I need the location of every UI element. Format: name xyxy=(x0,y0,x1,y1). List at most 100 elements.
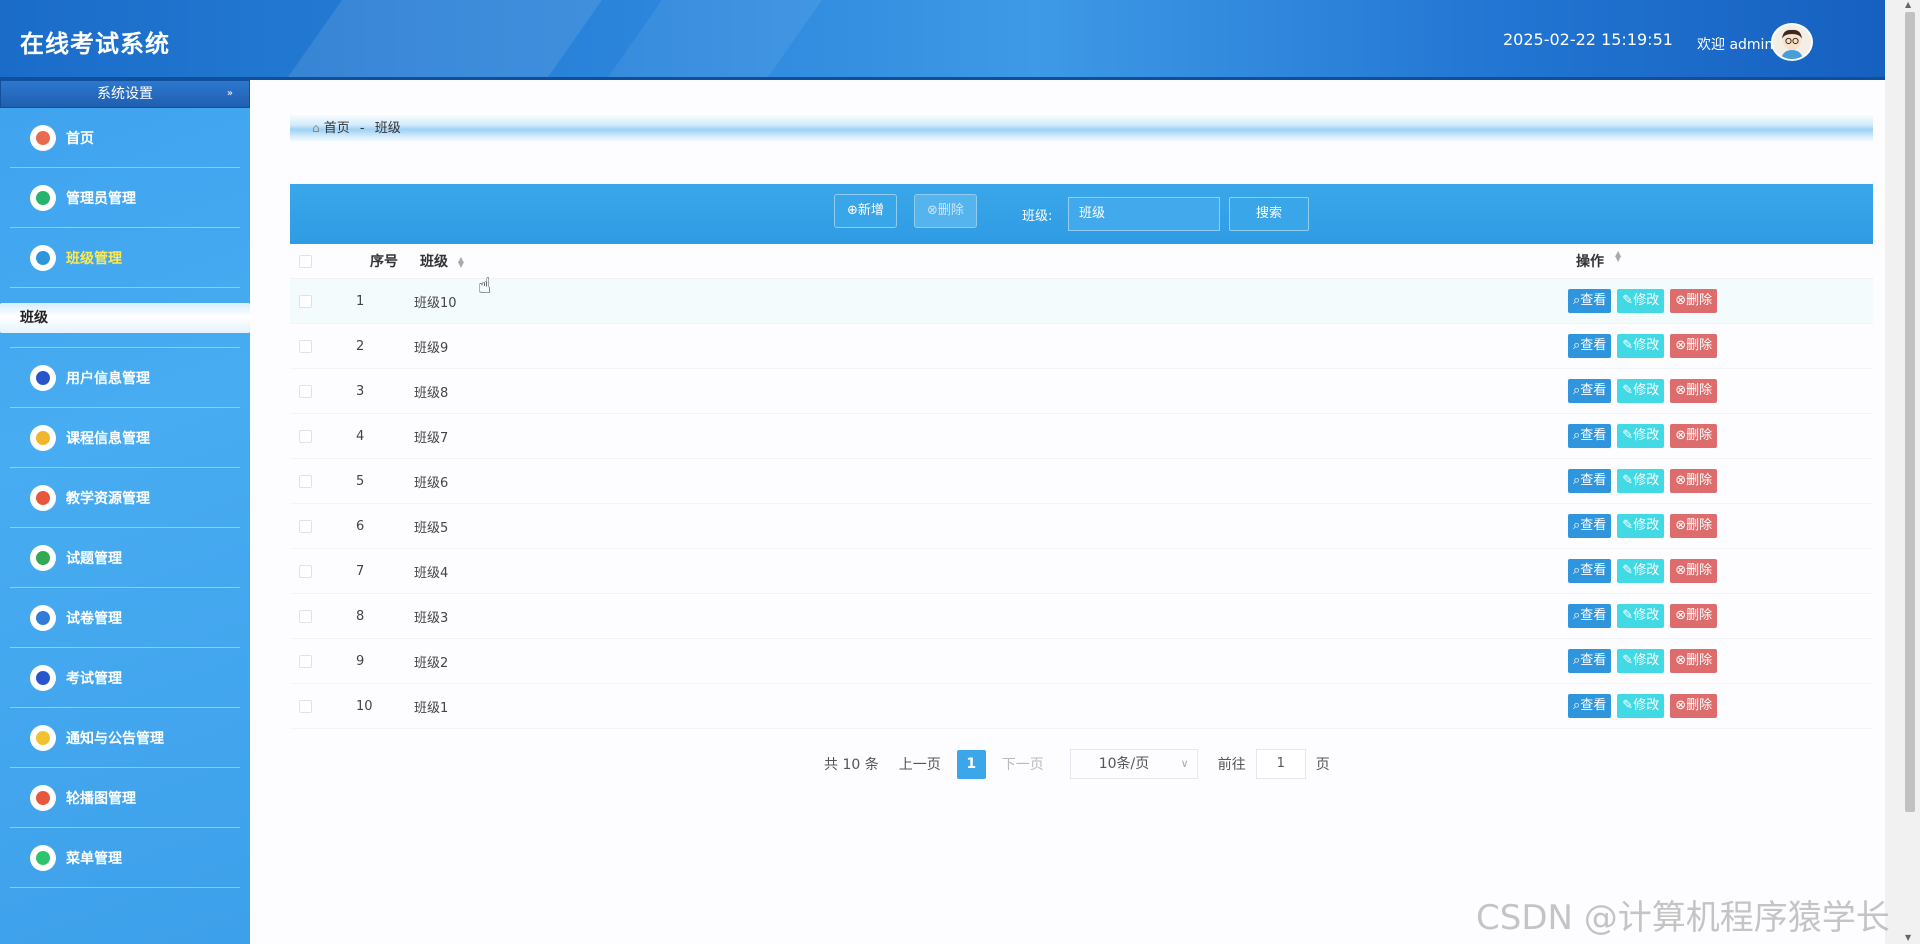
edit-button[interactable]: ✎修改 xyxy=(1617,514,1665,538)
table-row[interactable]: 8 班级3 ⌕查看 ✎修改 ⊗删除 xyxy=(290,594,1873,639)
add-button[interactable]: ⊕新增 xyxy=(834,194,897,228)
table-row[interactable]: 5 班级6 ⌕查看 ✎修改 ⊗删除 xyxy=(290,459,1873,504)
goto-page-input[interactable]: 1 xyxy=(1255,749,1306,779)
home-icon[interactable]: ⌂ xyxy=(312,121,320,135)
edit-button[interactable]: ✎修改 xyxy=(1617,469,1665,493)
column-header-ops[interactable]: 操作 ▲ ▼ xyxy=(1568,250,1873,271)
edit-icon: ✎ xyxy=(1622,563,1634,578)
row-class-name: 班级8 xyxy=(414,385,449,401)
sidebar-item-3[interactable]: 用户信息管理 xyxy=(10,348,240,408)
row-checkbox[interactable] xyxy=(299,564,312,578)
delete-button-label: 删除 xyxy=(1686,698,1713,713)
breadcrumb-home[interactable]: 首页 xyxy=(324,121,350,136)
edit-button[interactable]: ✎修改 xyxy=(1617,559,1665,583)
delete-button[interactable]: ⊗删除 xyxy=(1670,334,1718,358)
edit-icon: ✎ xyxy=(1622,428,1634,443)
delete-button[interactable]: ⊗删除 xyxy=(1670,604,1718,628)
view-button[interactable]: ⌕查看 xyxy=(1568,469,1612,493)
delete-button-label: 删除 xyxy=(1686,563,1713,578)
edit-button[interactable]: ✎修改 xyxy=(1617,694,1665,718)
edit-button[interactable]: ✎修改 xyxy=(1617,289,1665,313)
delete-button[interactable]: ⊗删除 xyxy=(1670,649,1718,673)
compass-icon xyxy=(30,244,56,271)
row-checkbox[interactable] xyxy=(299,474,312,488)
scroll-up-arrow-icon[interactable]: ▲ xyxy=(1905,0,1911,9)
sort-icon[interactable]: ▲ ▼ xyxy=(458,256,464,269)
sidebar-item-9[interactable]: 通知与公告管理 xyxy=(10,708,240,768)
view-button[interactable]: ⌕查看 xyxy=(1568,379,1612,403)
row-checkbox[interactable] xyxy=(299,519,312,533)
table-row[interactable]: 1 班级10 ⌕查看 ✎修改 ⊗删除 xyxy=(290,279,1873,324)
batch-delete-button[interactable]: ⊗删除 xyxy=(914,194,977,228)
sidebar-item-10[interactable]: 轮播图管理 xyxy=(10,768,240,828)
edit-button[interactable]: ✎修改 xyxy=(1617,424,1665,448)
edit-icon: ✎ xyxy=(1622,338,1634,353)
prev-page-button[interactable]: 上一页 xyxy=(899,754,941,774)
edit-button[interactable]: ✎修改 xyxy=(1617,379,1665,403)
row-checkbox[interactable] xyxy=(299,699,312,713)
row-class-name: 班级4 xyxy=(414,565,449,581)
view-button[interactable]: ⌕查看 xyxy=(1568,334,1612,358)
sidebar-item-6[interactable]: 试题管理 xyxy=(10,528,240,588)
edit-icon: ✎ xyxy=(1622,518,1634,533)
class-filter-input[interactable]: 班级 xyxy=(1068,197,1220,231)
next-page-button[interactable]: 下一页 xyxy=(1002,754,1044,774)
table-row[interactable]: 3 班级8 ⌕查看 ✎修改 ⊗删除 xyxy=(290,369,1873,414)
edit-button[interactable]: ✎修改 xyxy=(1617,649,1665,673)
sidebar-item-1[interactable]: 管理员管理 xyxy=(10,168,240,228)
scrollbar-thumb[interactable] xyxy=(1905,12,1915,812)
edit-button[interactable]: ✎修改 xyxy=(1617,334,1665,358)
edit-button[interactable]: ✎修改 xyxy=(1617,604,1665,628)
row-checkbox[interactable] xyxy=(299,609,312,623)
sidebar-item-label: 通知与公告管理 xyxy=(66,730,164,747)
delete-button[interactable]: ⊗删除 xyxy=(1670,559,1718,583)
view-button[interactable]: ⌕查看 xyxy=(1568,289,1612,313)
view-button[interactable]: ⌕查看 xyxy=(1568,649,1612,673)
delete-button[interactable]: ⊗删除 xyxy=(1670,469,1718,493)
delete-button[interactable]: ⊗删除 xyxy=(1670,694,1718,718)
view-button[interactable]: ⌕查看 xyxy=(1568,514,1612,538)
table-row[interactable]: 4 班级7 ⌕查看 ✎修改 ⊗删除 xyxy=(290,414,1873,459)
delete-button[interactable]: ⊗删除 xyxy=(1670,379,1718,403)
column-header-class[interactable]: 班级 ▲ ▼ xyxy=(410,251,1568,271)
sidebar-section-header[interactable]: 系统设置 » xyxy=(0,80,250,108)
sidebar-item-0[interactable]: 首页 xyxy=(10,108,240,168)
view-button[interactable]: ⌕查看 xyxy=(1568,559,1612,583)
table-row[interactable]: 7 班级4 ⌕查看 ✎修改 ⊗删除 xyxy=(290,549,1873,594)
sidebar-item-label: 菜单管理 xyxy=(66,850,122,867)
scroll-down-arrow-icon[interactable]: ▼ xyxy=(1905,933,1911,942)
page-size-select[interactable]: 10条/页 ∨ xyxy=(1069,749,1198,779)
select-all-checkbox[interactable] xyxy=(299,254,312,268)
view-button[interactable]: ⌕查看 xyxy=(1568,694,1612,718)
row-checkbox[interactable] xyxy=(299,654,312,668)
sidebar-subitem-class[interactable]: 班级 xyxy=(0,302,250,333)
page-number-current[interactable]: 1 xyxy=(956,749,986,779)
search-button[interactable]: 搜索 xyxy=(1229,197,1309,231)
avatar[interactable] xyxy=(1771,23,1813,61)
row-checkbox[interactable] xyxy=(299,339,312,353)
delete-button[interactable]: ⊗删除 xyxy=(1670,424,1718,448)
view-button[interactable]: ⌕查看 xyxy=(1568,424,1612,448)
user-icon xyxy=(30,364,56,391)
delete-button[interactable]: ⊗删除 xyxy=(1670,289,1718,313)
column-header-ops-label: 操作 xyxy=(1576,254,1604,270)
sidebar-item-5[interactable]: 教学资源管理 xyxy=(10,468,240,528)
sidebar-item-4[interactable]: 课程信息管理 xyxy=(10,408,240,468)
table-row[interactable]: 6 班级5 ⌕查看 ✎修改 ⊗删除 xyxy=(290,504,1873,549)
sidebar-item-7[interactable]: 试卷管理 xyxy=(10,588,240,648)
table-row[interactable]: 10 班级1 ⌕查看 ✎修改 ⊗删除 xyxy=(290,684,1873,729)
sort-icon[interactable]: ▲ ▼ xyxy=(1615,250,1621,271)
sidebar-item-2[interactable]: 班级管理 xyxy=(10,228,240,288)
double-chevron-down-icon[interactable]: » xyxy=(227,81,233,107)
sidebar-item-8[interactable]: 考试管理 xyxy=(10,648,240,708)
delete-button[interactable]: ⊗删除 xyxy=(1670,514,1718,538)
x-circle-icon: ⊗ xyxy=(1675,338,1687,353)
view-button[interactable]: ⌕查看 xyxy=(1568,604,1612,628)
row-checkbox[interactable] xyxy=(299,384,312,398)
table-row[interactable]: 2 班级9 ⌕查看 ✎修改 ⊗删除 xyxy=(290,324,1873,369)
row-checkbox[interactable] xyxy=(299,294,312,308)
sidebar-item-11[interactable]: 菜单管理 xyxy=(10,828,240,888)
edit-button-label: 修改 xyxy=(1633,608,1660,623)
table-row[interactable]: 9 班级2 ⌕查看 ✎修改 ⊗删除 xyxy=(290,639,1873,684)
row-checkbox[interactable] xyxy=(299,429,312,443)
